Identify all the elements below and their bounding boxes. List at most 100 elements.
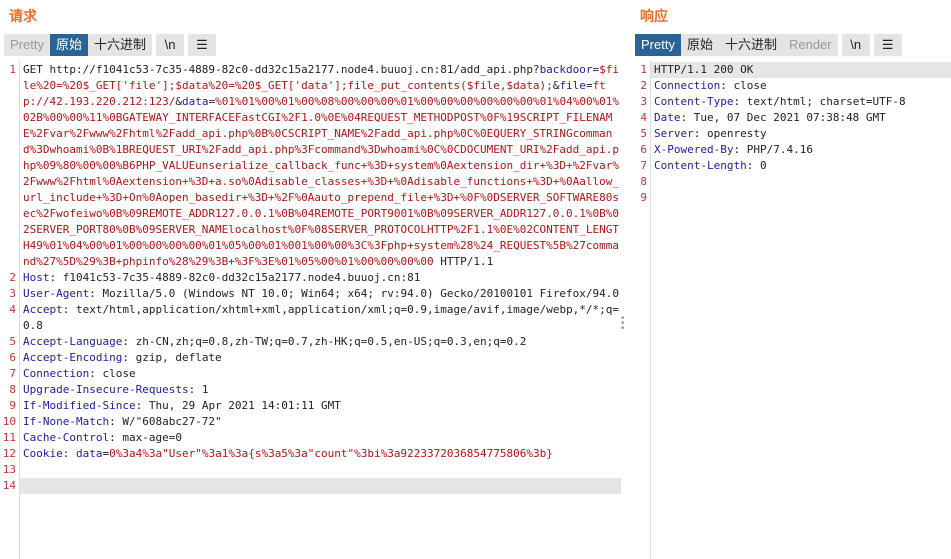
line-number: 10 [2, 415, 16, 428]
line-text: Connection: close [20, 366, 621, 382]
line-number: 9 [9, 399, 16, 412]
header-name: data [76, 447, 103, 460]
line-text: X-Powered-By: PHP/7.4.16 [651, 142, 951, 158]
header-name: Content-Length [654, 159, 747, 172]
newline-toggle-button[interactable]: \n [156, 34, 184, 56]
response-lines[interactable]: 1 HTTP/1.1 200 OK 2 Connection: close 3 Conte… [640, 62, 951, 206]
text: : W/"608abc27-72" [109, 415, 222, 428]
line-number: 7 [640, 159, 647, 172]
header-name: Connection [23, 367, 90, 380]
code-line[interactable]: 8 Upgrade-Insecure-Requests: 1 [9, 382, 621, 398]
header-name: Accept [23, 303, 63, 316]
param-value: 0%3a4%3a"User"%3a1%3a{s%3a5%3a"count"%3b… [109, 447, 553, 460]
code-line[interactable]: 3 Content-Type: text/html; charset=UTF-8 [640, 94, 951, 110]
hamburger-icon[interactable]: ☰ [873, 34, 902, 56]
code-line[interactable]: 5 Server: openresty [640, 126, 951, 142]
line-text: Cookie: data=0%3a4%3a"User"%3a1%3a{s%3a5… [20, 446, 621, 462]
line-text [651, 174, 951, 190]
text: : 0 [746, 159, 767, 172]
response-editor[interactable]: 1 HTTP/1.1 200 OK 2 Connection: close 3 Conte… [631, 60, 951, 559]
line-number: 6 [640, 143, 647, 156]
line-number: 1 [640, 63, 647, 76]
line-number: 13 [2, 463, 16, 476]
line-text: Host: f1041c53-7c35-4889-82c0-dd32c15a21… [20, 270, 621, 286]
header-name: Accept-Encoding [23, 351, 123, 364]
text: : 1 [188, 383, 209, 396]
request-toolbar: Pretty 原始 十六进制 \n ☰ [4, 34, 216, 56]
tab-0[interactable]: Pretty [4, 34, 50, 56]
request-view-tabs: Pretty 原始 十六进制 [4, 34, 152, 56]
code-line[interactable]: 8 [640, 174, 951, 190]
line-text: If-None-Match: W/"608abc27-72" [20, 414, 621, 430]
line-text: Cache-Control: max-age=0 [20, 430, 621, 446]
line-text: Content-Length: 0 [651, 158, 951, 174]
text: HTTP/1.1 200 OK [654, 63, 754, 76]
code-line[interactable]: 12 Cookie: data=0%3a4%3a"User"%3a1%3a{s%3… [3, 446, 621, 462]
tab-1[interactable]: 原始 [49, 34, 88, 56]
header-name: Cache-Control [23, 431, 110, 444]
tab-2[interactable]: 十六进制 [88, 34, 152, 56]
line-number: 8 [640, 175, 647, 188]
text: & [175, 95, 182, 108]
request-editor[interactable]: 1 GET http://f1041c53-7c35-4889-82c0-dd32… [0, 60, 621, 559]
response-panel: 响应 Pretty 原始 十六进制 Render \n ☰ 1 HTTP/1.1 200… [631, 0, 951, 559]
line-number: 5 [9, 335, 16, 348]
line-number: 2 [9, 271, 16, 284]
line-number: 7 [9, 367, 16, 380]
header-name: data [181, 95, 209, 108]
hamburger-icon[interactable]: ☰ [188, 34, 216, 56]
header-name: file [559, 79, 586, 92]
code-line[interactable]: 4 Date: Tue, 07 Dec 2021 07:38:48 GMT [640, 110, 951, 126]
tab-2[interactable]: 十六进制 [719, 34, 783, 56]
text: : text/html; charset=UTF-8 [733, 95, 906, 108]
code-line[interactable]: 7 Content-Length: 0 [640, 158, 951, 174]
code-line[interactable]: 13 [3, 462, 621, 478]
code-line[interactable]: 4 Accept: text/html,application/xhtml+xml… [9, 302, 621, 334]
line-number: 8 [9, 383, 16, 396]
line-number: 3 [640, 95, 647, 108]
line-text: If-Modified-Since: Thu, 29 Apr 2021 14:0… [20, 398, 621, 414]
text: : Mozilla/5.0 (Windows NT 10.0; Win64; x… [89, 287, 620, 300]
line-text: Content-Type: text/html; charset=UTF-8 [651, 94, 951, 110]
code-line[interactable]: 7 Connection: close [9, 366, 621, 382]
text: : zh-CN,zh;q=0.8,zh-TW;q=0.7,zh-HK;q=0.5… [122, 335, 527, 348]
line-number: 3 [9, 287, 16, 300]
line-text: Connection: close [651, 78, 951, 94]
code-line[interactable]: 6 Accept-Encoding: gzip, deflate [9, 350, 621, 366]
code-line[interactable]: 9 If-Modified-Since: Thu, 29 Apr 2021 14:… [9, 398, 621, 414]
response-toolbar: Pretty 原始 十六进制 Render \n ☰ [635, 34, 902, 56]
text: : f1041c53-7c35-4889-82c0-dd32c15a2177.n… [49, 271, 421, 284]
code-line[interactable]: 6 X-Powered-By: PHP/7.4.16 [640, 142, 951, 158]
request-lines[interactable]: 1 GET http://f1041c53-7c35-4889-82c0-dd32… [3, 62, 621, 494]
text: : Thu, 29 Apr 2021 14:01:11 GMT [135, 399, 341, 412]
code-line[interactable]: 2 Connection: close [640, 78, 951, 94]
line-text: HTTP/1.1 200 OK [651, 62, 951, 78]
header-name: Connection [654, 79, 721, 92]
code-line[interactable]: 10 If-None-Match: W/"608abc27-72" [3, 414, 621, 430]
header-name: Accept-Language [23, 335, 123, 348]
code-line[interactable]: 3 User-Agent: Mozilla/5.0 (Windows NT 10.… [9, 286, 621, 302]
tab-3[interactable]: Render [783, 34, 838, 56]
code-line[interactable]: 1 GET http://f1041c53-7c35-4889-82c0-dd32… [9, 62, 621, 270]
tab-0[interactable]: Pretty [635, 34, 681, 56]
text: GET http://f1041c53-7c35-4889-82c0-dd32c… [23, 63, 540, 76]
text: : text/html,application/xhtml+xml,applic… [23, 303, 620, 332]
line-text [20, 478, 621, 494]
line-text: GET http://f1041c53-7c35-4889-82c0-dd32c… [20, 62, 621, 270]
text: : gzip, deflate [122, 351, 222, 364]
code-line[interactable]: 5 Accept-Language: zh-CN,zh;q=0.8,zh-TW;q… [9, 334, 621, 350]
response-title: 响应 [640, 8, 668, 24]
line-number: 11 [2, 431, 16, 444]
request-title: 请求 [9, 8, 37, 24]
code-line[interactable]: 2 Host: f1041c53-7c35-4889-82c0-dd32c15a2… [9, 270, 621, 286]
code-line[interactable]: 1 HTTP/1.1 200 OK [640, 62, 951, 78]
line-number: 4 [640, 111, 647, 124]
code-line[interactable]: 11 Cache-Control: max-age=0 [3, 430, 621, 446]
tab-1[interactable]: 原始 [681, 34, 719, 56]
newline-toggle-button[interactable]: \n [841, 34, 870, 56]
panel-resize-handle[interactable]: • • • [621, 314, 625, 334]
header-name: User-Agent [23, 287, 90, 300]
code-line[interactable]: 9 [640, 190, 951, 206]
code-line[interactable]: 14 [3, 478, 621, 494]
line-text [651, 190, 951, 206]
